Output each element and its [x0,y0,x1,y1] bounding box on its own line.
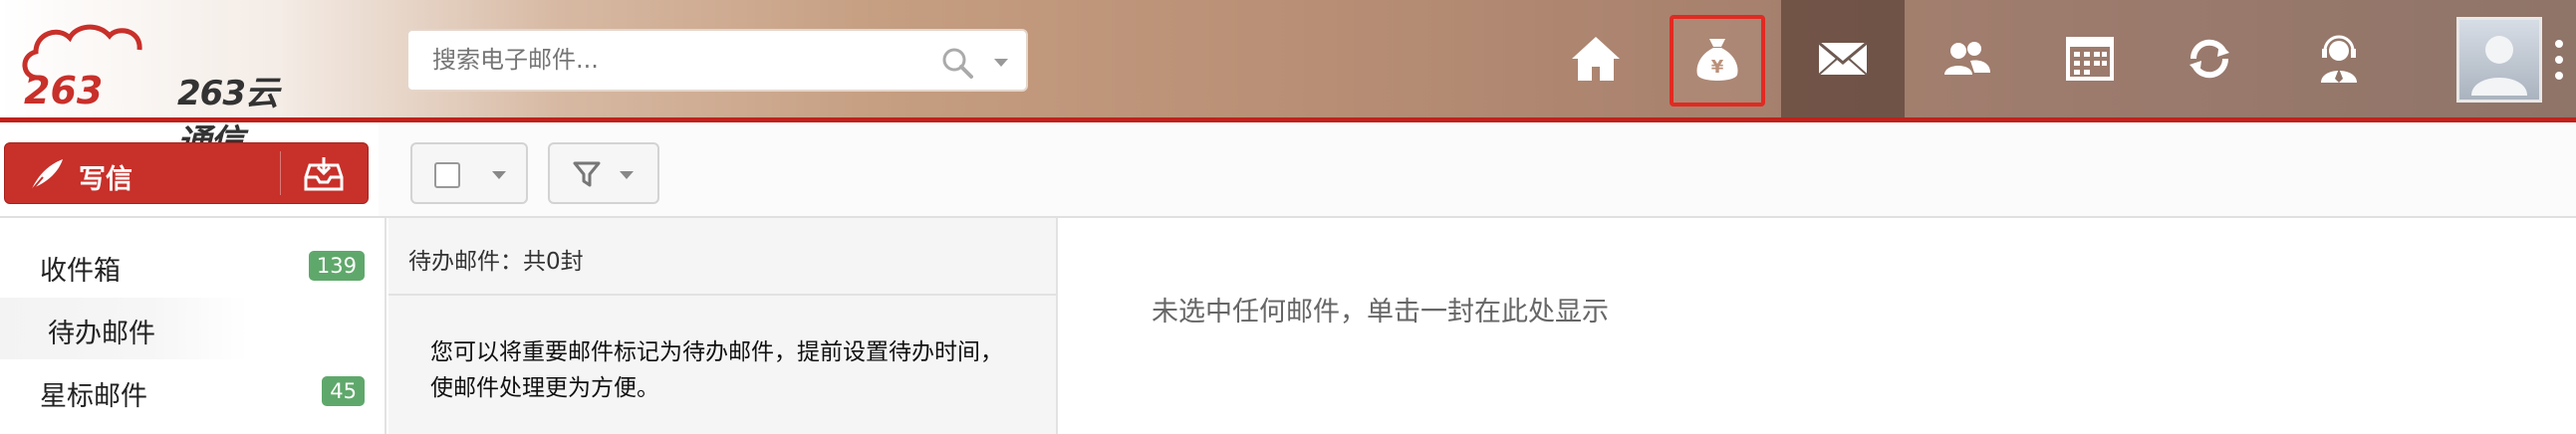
search-box[interactable] [406,29,1028,92]
compose-label: 写信 [79,164,132,195]
sidebar-item-label: 待办邮件 [48,319,155,349]
nav-contacts-button[interactable] [1905,0,2028,117]
mail-list-title: 待办邮件：共0封 [408,249,584,275]
feather-pen-icon [30,159,63,192]
mail-list-pane: 待办邮件：共0封 您可以将重要邮件标记为待办邮件，提前设置待办时间，使邮件处理更… [388,218,1058,434]
top-header: 263 263云通信 ¥ [0,0,2576,162]
sidebar-item-todo[interactable]: 待办邮件 [0,298,249,359]
mail-list-header: 待办邮件：共0封 [388,218,1056,296]
folder-sidebar: 收件箱 139 待办邮件 星标邮件 45 [0,218,386,434]
reading-pane: 未选中任何邮件，单击一封在此处显示 [1060,218,2576,434]
nav-sync-button[interactable] [2148,0,2271,117]
contacts-icon [1944,42,1990,75]
calendar-icon [2066,37,2114,81]
sidebar-item-label: 星标邮件 [40,381,147,412]
reading-pane-empty-text: 未选中任何邮件，单击一封在此处显示 [1152,297,1609,327]
empty-list-tip: 您可以将重要邮件标记为待办邮件，提前设置待办时间，使邮件处理更为方便。 [430,339,1003,401]
home-icon [1572,37,1620,81]
sidebar-item-starred[interactable]: 星标邮件 45 [0,360,385,422]
unread-count-badge: 139 [308,251,365,281]
sync-icon [2190,39,2229,79]
user-avatar-icon [2471,36,2527,96]
logo[interactable]: 263 263云通信 [18,20,307,162]
compose-divider [280,151,281,195]
nav-calendar-button[interactable] [2028,0,2152,117]
search-icon[interactable] [940,46,974,80]
avatar[interactable] [2456,17,2542,103]
filter-dropdown[interactable] [548,142,659,204]
nav-support-button[interactable] [2277,0,2401,117]
envelope-icon [1818,41,1868,76]
chevron-down-icon [492,171,506,179]
svg-text:263: 263 [24,69,103,111]
more-menu-icon[interactable] [2552,36,2566,86]
chevron-down-icon [620,171,634,179]
inbox-tray-icon[interactable] [304,155,344,193]
support-agent-icon [2321,35,2357,83]
toolbar-background [379,122,2576,216]
nav-mail-button[interactable] [1781,0,1905,117]
select-all-dropdown[interactable] [410,142,528,204]
select-all-checkbox[interactable] [434,162,460,188]
search-options-caret-icon[interactable] [994,59,1008,67]
sidebar-item-label: 收件箱 [40,256,121,287]
nav-finance-highlight [1670,15,1765,107]
compose-button[interactable]: 写信 [4,142,369,204]
search-input[interactable] [432,46,891,74]
starred-count-badge: 45 [322,376,365,406]
sidebar-item-inbox[interactable]: 收件箱 139 [0,235,385,297]
filter-icon [573,161,601,187]
nav-home-button[interactable] [1534,0,1658,117]
